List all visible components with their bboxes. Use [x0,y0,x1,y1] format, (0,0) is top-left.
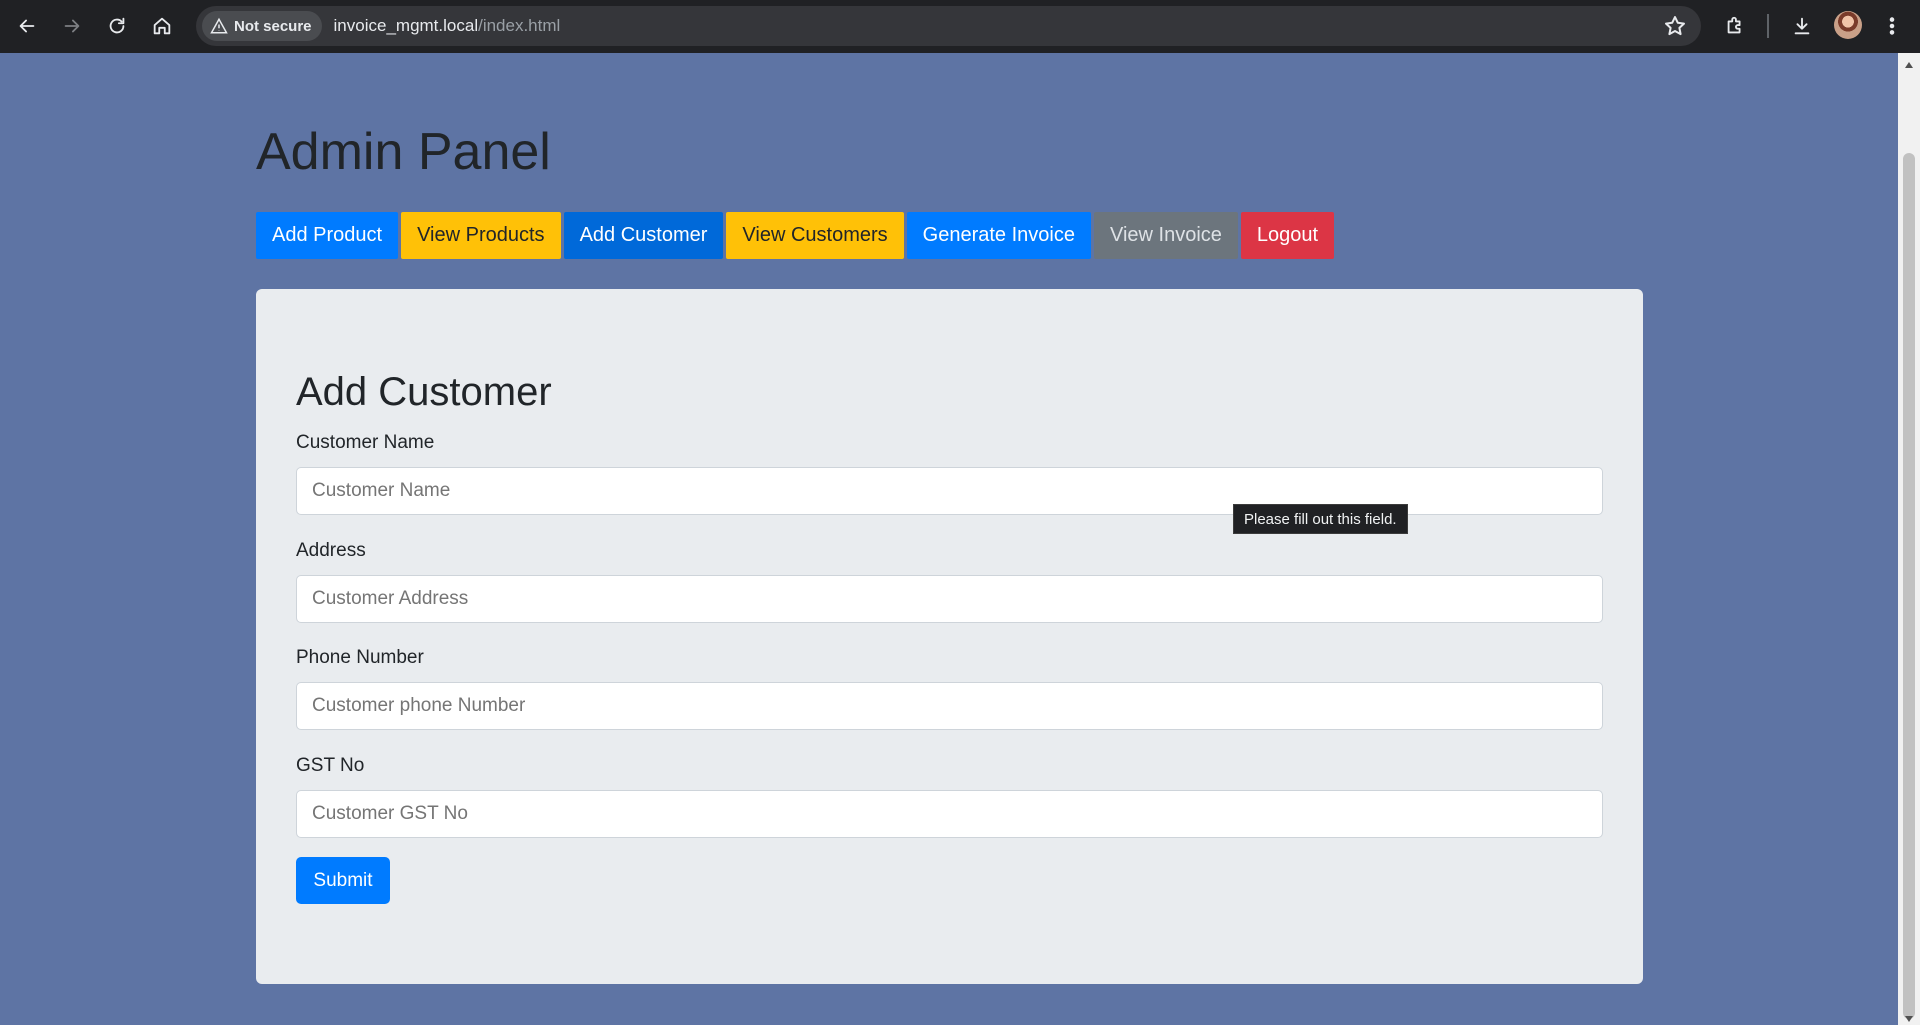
url-path: /index.html [478,16,561,35]
view-invoice-button[interactable]: View Invoice [1093,212,1238,259]
security-indicator[interactable]: Not secure [202,11,322,41]
home-icon [153,17,171,35]
browser-menu-button[interactable] [1876,10,1908,42]
customer-name-label: Customer Name [296,432,435,453]
view-products-button[interactable]: View Products [401,212,561,259]
gst-no-label: GST No [296,755,365,776]
submit-button[interactable]: Submit [296,857,390,904]
downloads-button[interactable] [1786,10,1818,42]
download-icon [1794,17,1810,35]
add-product-button[interactable]: Add Product [256,212,399,259]
view-customers-button[interactable]: View Customers [726,212,904,259]
scroll-thumb[interactable] [1903,153,1915,1019]
triangle-up-icon [1905,62,1913,68]
warning-triangle-icon [210,17,228,34]
add-customer-form: Add Customer Customer Name Address Phone… [256,289,1643,984]
arrow-right-icon [64,19,80,33]
logout-button[interactable]: Logout [1240,212,1335,259]
generate-invoice-button[interactable]: Generate Invoice [906,212,1091,259]
arrow-left-icon [19,19,35,33]
puzzle-icon [1727,16,1741,34]
url-host: invoice_mgmt.local [333,16,479,35]
scroll-down-arrow[interactable] [1904,1011,1914,1022]
kebab-menu-icon [1889,17,1895,35]
scroll-up-arrow[interactable] [1904,57,1914,68]
phone-number-label: Phone Number [296,647,424,668]
reload-button[interactable] [95,4,139,48]
triangle-down-icon [1905,1016,1913,1022]
star-icon [1665,16,1685,36]
url-text[interactable]: invoice_mgmt.local/index.html [334,16,561,36]
page-scrollbar[interactable] [1898,53,1920,1025]
security-label: Not secure [234,17,312,35]
gst-no-input[interactable] [296,790,1603,838]
profile-avatar[interactable] [1834,11,1862,39]
validation-tooltip: Please fill out this field. [1233,504,1408,534]
extensions-button[interactable] [1719,10,1751,42]
address-label: Address [296,540,366,561]
address-input[interactable] [296,575,1603,623]
browser-toolbar: Not secure invoice_mgmt.local/index.html [0,0,1920,53]
forward-button[interactable] [50,4,94,48]
address-bar[interactable]: Not secure invoice_mgmt.local/index.html [196,6,1701,46]
reload-icon [109,17,125,34]
add-customer-button[interactable]: Add Customer [563,212,724,259]
home-button[interactable] [140,4,184,48]
phone-number-input[interactable] [296,682,1603,730]
admin-nav: Add Product View Products Add Customer V… [256,212,1337,259]
bookmark-star-button[interactable] [1663,14,1687,38]
form-title: Add Customer [296,370,552,414]
back-button[interactable] [5,4,49,48]
page-title: Admin Panel [256,123,551,181]
toolbar-divider [1767,14,1769,38]
